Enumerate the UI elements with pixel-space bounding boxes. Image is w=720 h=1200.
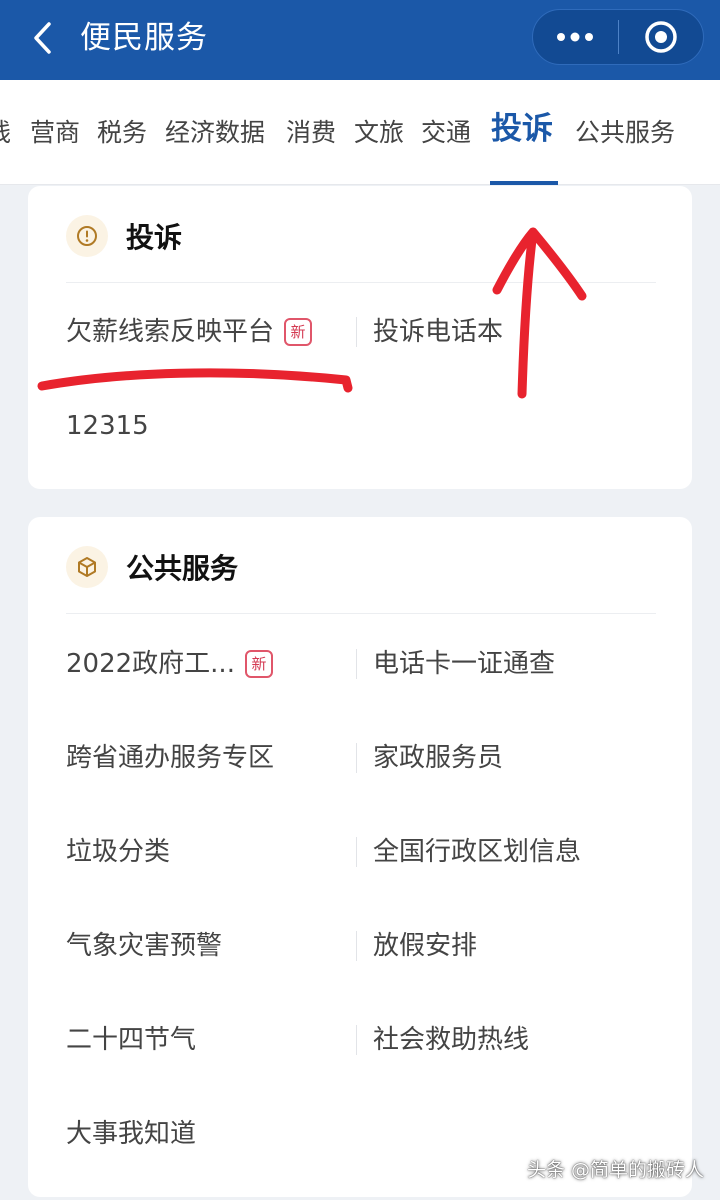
- service-complaint-phonebook[interactable]: 投诉电话本: [373, 314, 503, 350]
- column-divider: [356, 317, 357, 347]
- tab-complaint[interactable]: 投诉: [491, 112, 553, 146]
- active-tab-indicator: [490, 181, 558, 185]
- item-label: 跨省通办服务专区: [66, 743, 275, 773]
- column-divider: [356, 743, 357, 773]
- service-wage-arrears-platform[interactable]: 欠薪线索反映平台 新: [66, 314, 313, 350]
- service-solar-terms[interactable]: 二十四节气: [66, 1022, 196, 1058]
- service-12315[interactable]: 12315: [66, 408, 149, 444]
- watermark: 头条 @简单的搬砖人: [526, 1159, 704, 1181]
- item-label: 12315: [66, 411, 149, 441]
- item-label: 社会救助热线: [373, 1025, 530, 1055]
- tab-partial[interactable]: 线: [0, 116, 11, 150]
- service-garbage-sorting[interactable]: 垃圾分类: [66, 834, 170, 870]
- mini-program-capsule: [532, 9, 704, 65]
- item-label: 电话卡一证通查: [373, 649, 556, 679]
- tab-public-service[interactable]: 公共服务: [575, 116, 675, 150]
- page-title: 便民服务: [80, 20, 208, 56]
- service-phone-card-check[interactable]: 电话卡一证通查: [373, 646, 555, 682]
- item-label: 欠薪线索反映平台: [66, 317, 275, 347]
- tab-business[interactable]: 营商: [30, 116, 80, 150]
- category-tabs: 线 营商 税务 经济数据 消费 文旅 交通 投诉 公共服务: [0, 80, 720, 185]
- divider: [66, 282, 656, 283]
- column-divider: [356, 1025, 357, 1055]
- close-mini-program-button[interactable]: [619, 9, 704, 65]
- service-weather-warning[interactable]: 气象灾害预警: [66, 928, 222, 964]
- column-divider: [356, 649, 357, 679]
- card-header: 公共服务: [66, 545, 238, 589]
- divider: [66, 613, 656, 614]
- column-divider: [356, 931, 357, 961]
- item-label: 家政服务员: [373, 743, 504, 773]
- item-label: 投诉电话本: [373, 317, 504, 347]
- service-cross-province[interactable]: 跨省通办服务专区: [66, 740, 274, 776]
- top-bar: 便民服务: [0, 0, 720, 80]
- service-social-aid-hotline[interactable]: 社会救助热线: [373, 1022, 529, 1058]
- cube-icon: [66, 546, 108, 588]
- card-title: 投诉: [126, 221, 183, 254]
- tab-traffic[interactable]: 交通: [421, 116, 471, 150]
- service-gov-work-report[interactable]: 2022政府工... 新: [66, 646, 273, 682]
- card-header: 投诉: [66, 214, 182, 258]
- back-button[interactable]: [22, 18, 62, 58]
- new-badge: 新: [284, 318, 313, 346]
- chevron-left-icon: [34, 22, 51, 54]
- public-service-card: 公共服务 2022政府工... 新 电话卡一证通查 跨省通办服务专区 家政服务员…: [28, 517, 692, 1197]
- item-label: 全国行政区划信息: [373, 837, 582, 867]
- service-holiday-schedule[interactable]: 放假安排: [373, 928, 477, 964]
- target-circle-icon: [645, 21, 677, 53]
- more-button[interactable]: [533, 9, 618, 65]
- column-divider: [356, 837, 357, 867]
- service-admin-division[interactable]: 全国行政区划信息: [373, 834, 581, 870]
- tab-consumption[interactable]: 消费: [286, 116, 336, 150]
- item-label: 2022政府工...: [66, 649, 235, 679]
- item-label: 气象灾害预警: [66, 931, 223, 961]
- item-label: 垃圾分类: [66, 837, 171, 867]
- card-title: 公共服务: [126, 552, 239, 585]
- item-label: 二十四节气: [66, 1025, 197, 1055]
- tab-tax[interactable]: 税务: [97, 116, 147, 150]
- tab-culture-tourism[interactable]: 文旅: [354, 116, 404, 150]
- service-housekeeping[interactable]: 家政服务员: [373, 740, 503, 776]
- more-dots-icon: [557, 32, 594, 42]
- new-badge: 新: [244, 650, 273, 678]
- tab-economy-data[interactable]: 经济数据: [165, 116, 265, 150]
- item-label: 大事我知道: [66, 1119, 197, 1149]
- complaint-card: 投诉 欠薪线索反映平台 新 投诉电话本 12315: [28, 186, 692, 489]
- service-big-events[interactable]: 大事我知道: [66, 1116, 196, 1152]
- alert-circle-icon: [66, 215, 108, 257]
- item-label: 放假安排: [373, 931, 478, 961]
